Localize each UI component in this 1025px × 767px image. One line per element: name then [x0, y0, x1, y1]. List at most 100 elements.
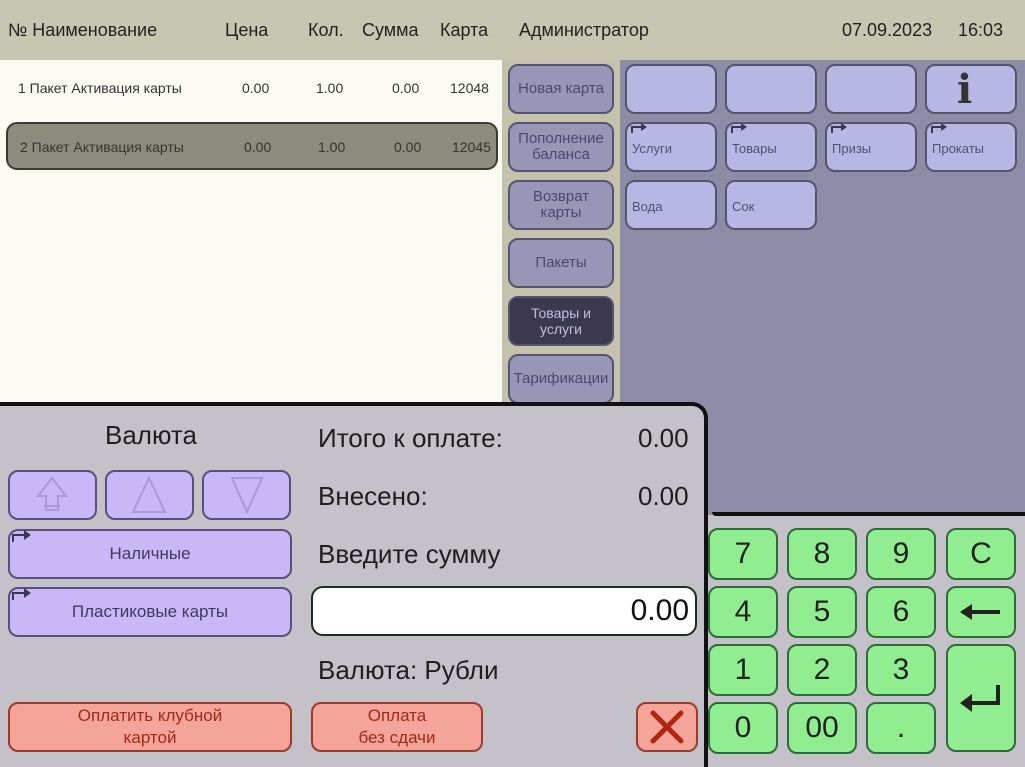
key-3[interactable]: 3	[866, 644, 936, 696]
key-6[interactable]: 6	[866, 586, 936, 638]
enter-icon	[960, 685, 1000, 712]
category-return-card-button[interactable]: Возврат карты	[508, 180, 614, 230]
category-new-card-button[interactable]: Новая карта	[508, 64, 614, 114]
key-9[interactable]: 9	[866, 528, 936, 580]
key-enter[interactable]	[946, 644, 1016, 752]
folder-arrow-icon	[831, 123, 847, 133]
col-card: Карта	[440, 20, 489, 40]
info-button[interactable]: i	[925, 64, 1017, 114]
total-label: Итого к оплате:	[318, 423, 503, 453]
item-label: Вода	[632, 199, 663, 214]
key-2[interactable]: 2	[787, 644, 857, 696]
folder-label: Прокаты	[932, 141, 985, 156]
category-goods-services-button[interactable]: Товары и услуги	[508, 296, 614, 346]
time: 16:03	[958, 20, 1004, 40]
total-value: 0.00	[638, 423, 689, 453]
category-packages-button[interactable]: Пакеты	[508, 238, 614, 288]
scroll-up-button[interactable]	[105, 470, 194, 520]
item-card: 12048	[450, 80, 489, 96]
folder-services-button[interactable]: Услуги	[625, 122, 717, 172]
grid-empty-button[interactable]	[725, 64, 817, 114]
folder-arrow-icon	[931, 123, 947, 133]
item-card: 12045	[452, 139, 491, 155]
amount-input[interactable]: 0.00	[311, 586, 697, 636]
folder-goods-button[interactable]: Товары	[725, 122, 817, 172]
folder-arrow-icon	[631, 123, 647, 133]
order-list: 1 Пакет Активация карты 0.00 1.00 0.00 1…	[0, 60, 502, 405]
item-name: 2 Пакет Активация карты	[20, 139, 184, 155]
no-change-label: Оплата без сдачи	[358, 706, 436, 747]
key-backspace[interactable]	[946, 586, 1016, 638]
col-sum: Сумма	[362, 20, 419, 40]
category-label: Пополнение баланса	[518, 130, 604, 163]
category-label: Возврат карты	[532, 188, 590, 221]
arrow-up-icon	[131, 475, 167, 513]
item-qty: 1.00	[316, 80, 344, 96]
arrow-down-icon	[230, 477, 264, 515]
item-sum: 0.00	[392, 80, 420, 96]
col-price: Цена	[225, 20, 269, 40]
key-1[interactable]: 1	[708, 644, 778, 696]
key-8[interactable]: 8	[787, 528, 857, 580]
grid-empty-button[interactable]	[825, 64, 917, 114]
paid-label: Внесено:	[318, 481, 428, 511]
key-4[interactable]: 4	[708, 586, 778, 638]
folder-label: Товары	[732, 141, 777, 156]
item-name: 1 Пакет Активация карты	[18, 80, 182, 96]
key-0[interactable]: 0	[708, 702, 778, 754]
arrow-up-top-icon	[35, 476, 69, 511]
cash-button[interactable]: Наличные	[8, 529, 292, 579]
item-price: 0.00	[244, 139, 272, 155]
key-5[interactable]: 5	[787, 586, 857, 638]
user-name: Администратор	[519, 20, 649, 40]
pay-no-change-button[interactable]: Оплата без сдачи	[311, 702, 483, 752]
key-dot[interactable]: .	[866, 702, 936, 754]
cash-label: Наличные	[109, 544, 191, 563]
order-row-selected[interactable]: 2 Пакет Активация карты 0.00 1.00 0.00 1…	[6, 122, 498, 170]
item-water-button[interactable]: Вода	[625, 180, 717, 230]
date: 07.09.2023	[842, 20, 933, 40]
folder-prizes-button[interactable]: Призы	[825, 122, 917, 172]
currency-title: Валюта	[105, 420, 197, 450]
cancel-button[interactable]	[636, 702, 698, 752]
category-label: Товары и услуги	[531, 305, 591, 337]
category-label: Новая карта	[518, 80, 604, 97]
club-card-label: Оплатить клубной картой	[77, 706, 223, 747]
key-clear[interactable]: C	[946, 528, 1016, 580]
col-no-name: № Наименование	[8, 20, 158, 40]
key-00[interactable]: 00	[787, 702, 857, 754]
order-row[interactable]: 1 Пакет Активация карты 0.00 1.00 0.00 1…	[6, 65, 498, 113]
grid-empty-button[interactable]	[625, 64, 717, 114]
folder-label: Призы	[832, 141, 872, 156]
folder-rentals-button[interactable]: Прокаты	[925, 122, 1017, 172]
item-label: Сок	[732, 199, 755, 214]
enter-amount-label: Введите сумму	[318, 539, 501, 569]
key-7[interactable]: 7	[708, 528, 778, 580]
item-qty: 1.00	[318, 139, 346, 155]
item-sum: 0.00	[394, 139, 422, 155]
category-label: Пакеты	[535, 254, 587, 271]
category-topup-button[interactable]: Пополнение баланса	[508, 122, 614, 172]
folder-arrow-icon	[12, 588, 31, 600]
scroll-down-button[interactable]	[202, 470, 291, 520]
category-label: Тарификации	[513, 370, 609, 387]
divider	[712, 512, 1025, 516]
category-tariffs-button[interactable]: Тарификации	[508, 354, 614, 404]
item-juice-button[interactable]: Сок	[725, 180, 817, 230]
header-bar: № Наименование Цена Кол. Сумма Карта Адм…	[0, 0, 1025, 60]
close-icon	[650, 710, 684, 744]
category-column: Новая карта Пополнение баланса Возврат кар…	[502, 60, 620, 405]
currency-line: Валюта: Рубли	[318, 655, 499, 685]
col-qty: Кол.	[308, 20, 344, 40]
folder-arrow-icon	[12, 530, 31, 542]
info-icon: i	[957, 66, 973, 113]
folder-label: Услуги	[632, 141, 672, 156]
paid-value: 0.00	[638, 481, 689, 511]
plastic-cards-button[interactable]: Пластиковые карты	[8, 587, 292, 637]
backspace-icon	[960, 604, 1000, 620]
item-price: 0.00	[242, 80, 270, 96]
scroll-top-button[interactable]	[8, 470, 97, 520]
folder-arrow-icon	[731, 123, 747, 133]
club-card-pay-button[interactable]: Оплатить клубной картой	[8, 702, 292, 752]
plastic-cards-label: Пластиковые карты	[71, 602, 229, 621]
